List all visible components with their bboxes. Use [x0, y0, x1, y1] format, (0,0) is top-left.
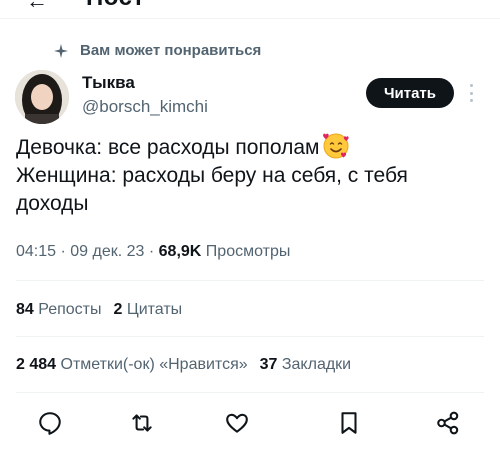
- reposts-label: Репосты: [33, 301, 102, 318]
- tweet-date[interactable]: 09 дек. 23: [70, 243, 144, 260]
- stats-likes-bookmarks: 2 484 Отметки(-ок) «Нравится» 37 Закладки: [16, 356, 351, 374]
- likes-label: Отметки(-ок) «Нравится»: [56, 356, 248, 373]
- divider: [16, 280, 484, 281]
- tweet-line-1-text: Девочка: все расходы пополам: [16, 136, 320, 159]
- avatar[interactable]: [15, 70, 69, 124]
- likes-link[interactable]: 2 484 Отметки(-ок) «Нравится»: [16, 356, 248, 373]
- views-count: 68,9K: [158, 243, 202, 260]
- tweet-text: Девочка: все расходы пополам Женщина: ра…: [16, 133, 476, 218]
- reposts-count: 84: [16, 301, 34, 318]
- meta-separator: ·: [144, 243, 159, 260]
- suggestion-label: Вам может понравиться: [54, 42, 261, 59]
- sparkle-icon: [54, 43, 68, 58]
- like-icon[interactable]: [224, 410, 250, 436]
- reply-icon[interactable]: [37, 410, 63, 436]
- author-name[interactable]: Тыква: [82, 73, 135, 93]
- action-bar: [0, 404, 500, 444]
- repost-icon[interactable]: [129, 410, 155, 436]
- quotes-label: Цитаты: [122, 301, 183, 318]
- reposts-link[interactable]: 84 Репосты: [16, 301, 102, 318]
- share-icon[interactable]: [435, 410, 461, 436]
- divider: [16, 392, 484, 393]
- avatar-photo: [15, 70, 69, 124]
- stats-reposts-quotes: 84 Репосты 2 Цитаты: [16, 301, 182, 319]
- arrow-left-icon[interactable]: ←: [26, 0, 48, 14]
- more-options-icon[interactable]: [470, 84, 474, 102]
- page-title: Пост: [86, 0, 145, 12]
- tweet-line-3: доходы: [16, 192, 89, 215]
- bookmark-icon[interactable]: [336, 410, 362, 436]
- meta-separator: ·: [56, 243, 71, 260]
- follow-button[interactable]: Читать: [366, 78, 454, 108]
- views-label: Просмотры: [201, 243, 291, 260]
- divider: [16, 336, 484, 337]
- bookmarks-link[interactable]: 37 Закладки: [260, 356, 352, 373]
- quotes-link[interactable]: 2 Цитаты: [114, 301, 183, 318]
- bookmarks-count: 37: [259, 356, 278, 373]
- suggestion-text: Вам может понравиться: [80, 42, 262, 59]
- smiling-face-with-hearts-emoji: [323, 133, 350, 159]
- tweet-meta: 04:15 · 09 дек. 23 · 68,9K Просмотры: [16, 243, 290, 261]
- likes-count: 2 484: [16, 356, 57, 373]
- tweet-time[interactable]: 04:15: [16, 243, 56, 260]
- author-handle[interactable]: @borsch_kimchi: [82, 97, 208, 117]
- bookmarks-label: Закладки: [277, 356, 352, 373]
- tweet-line-2: Женщина: расходы беру на себя, с тебя: [16, 164, 408, 187]
- tweet-line-1: Девочка: все расходы пополам: [16, 133, 476, 162]
- top-bar: ← Пост: [0, 0, 500, 19]
